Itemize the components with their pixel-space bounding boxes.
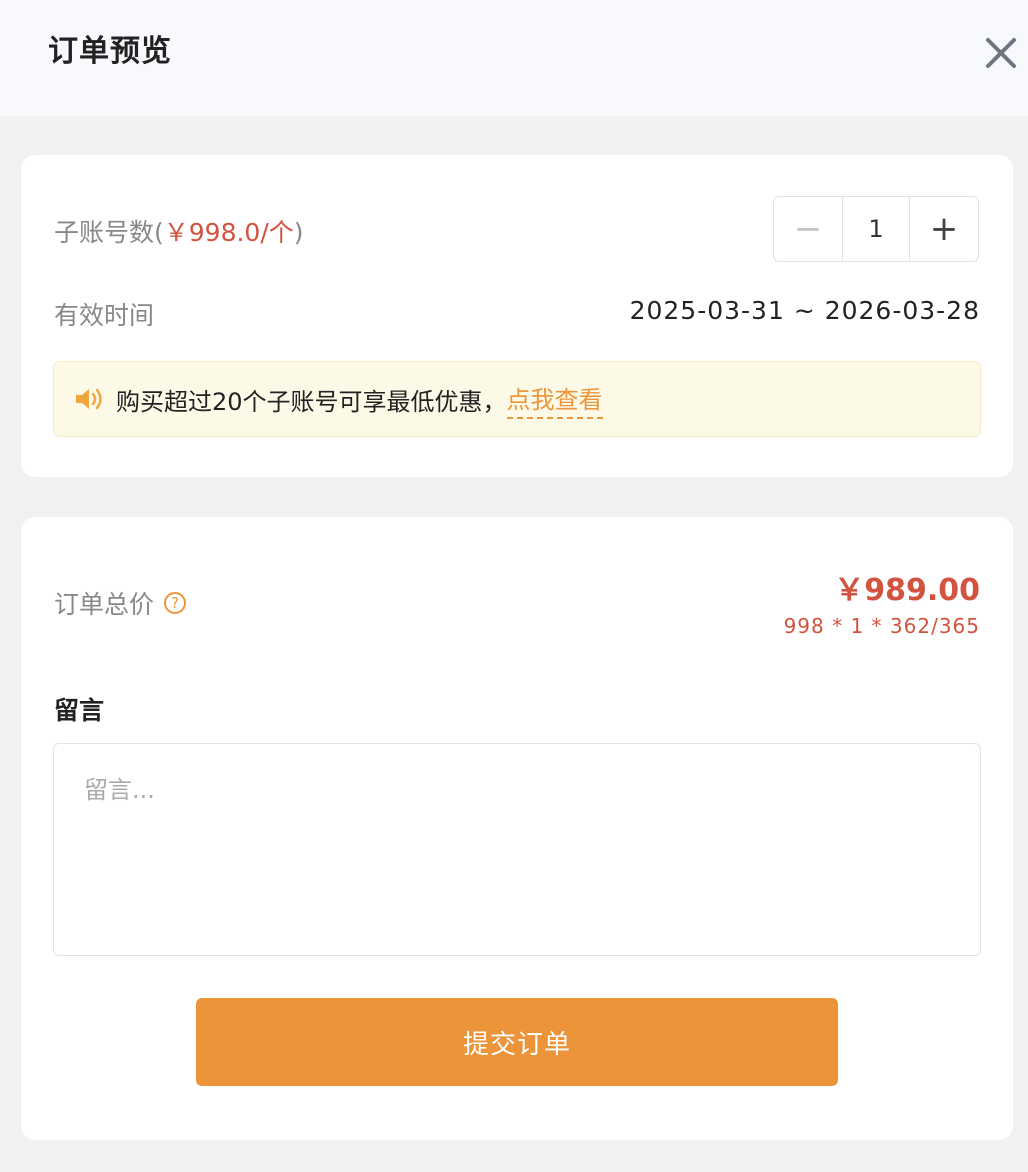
- price-formula: 998 * 1 * 362/365: [783, 614, 980, 638]
- quantity-input[interactable]: [843, 197, 909, 261]
- remark-title: 留言: [54, 696, 105, 725]
- notice-text: 购买超过20个子账号可享最低优惠，: [116, 387, 507, 416]
- subaccount-label: 子账号数(￥998.0/个): [54, 218, 304, 247]
- speaker-icon: [76, 388, 102, 410]
- help-icon[interactable]: ?: [164, 592, 187, 614]
- unit-price: ￥998.0/个: [163, 218, 294, 247]
- discount-notice: 购买超过20个子账号可享最低优惠， 点我查看: [53, 361, 981, 437]
- quantity-stepper: − +: [773, 196, 979, 262]
- remark-textarea[interactable]: [53, 743, 981, 956]
- close-button[interactable]: [982, 34, 1020, 72]
- dialog-header: 订单预览: [0, 0, 1028, 116]
- submit-order-button[interactable]: 提交订单: [196, 998, 838, 1086]
- subaccount-card: 子账号数(￥998.0/个) − + 有效时间 2025-03-31 ~ 202…: [21, 155, 1013, 477]
- increment-button[interactable]: +: [909, 197, 978, 261]
- order-total-price: ￥989.00: [834, 573, 980, 608]
- validity-label: 有效时间: [54, 301, 155, 330]
- dialog-title: 订单预览: [48, 34, 172, 69]
- order-card: 订单总价 ? ￥989.00 998 * 1 * 362/365 留言 提交订单: [21, 517, 1013, 1140]
- order-total-label: 订单总价 ?: [54, 585, 187, 621]
- validity-period: 2025-03-31 ~ 2026-03-28: [629, 296, 980, 325]
- close-icon[interactable]: [982, 34, 1020, 72]
- view-discount-link[interactable]: 点我查看: [506, 380, 603, 419]
- decrement-button[interactable]: −: [774, 197, 843, 261]
